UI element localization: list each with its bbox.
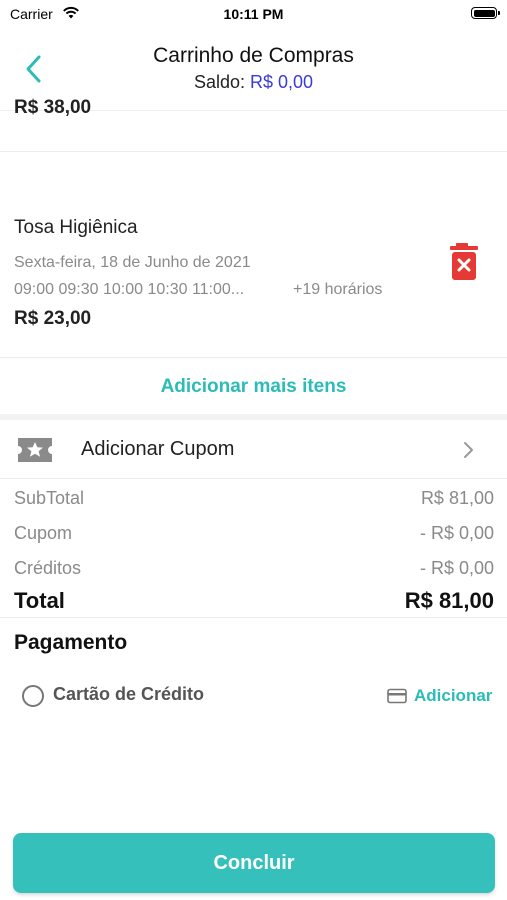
balance-label: Saldo:: [193, 72, 245, 92]
subtotal-value: R$ 81,00: [420, 488, 494, 508]
credit-card-icon: [387, 688, 407, 709]
item-more-times: +19 horários: [293, 281, 383, 298]
credits-value: - R$ 0,00: [419, 558, 494, 578]
item-price: R$ 23,00: [14, 308, 92, 329]
ticket-star-icon: [16, 436, 54, 469]
payment-option-credit-card[interactable]: Cartão de Crédito: [22, 683, 242, 711]
chevron-right-icon: [462, 440, 476, 465]
credits-label: Créditos: [14, 558, 82, 578]
divider: [0, 617, 507, 618]
total-row: Total R$ 81,00: [14, 588, 494, 614]
item-price: R$ 38,00: [14, 97, 92, 118]
credits-row: Créditos - R$ 0,00: [14, 558, 494, 579]
coupon-label: Adicionar Cupom: [81, 438, 235, 460]
clock: 10:11 PM: [223, 6, 284, 22]
conclude-button[interactable]: Concluir: [13, 833, 495, 893]
balance: Saldo: R$ 0,00: [0, 72, 507, 93]
coupon-discount-label: Cupom: [14, 523, 73, 543]
payment-option-label: Cartão de Crédito: [53, 684, 205, 704]
radio-button[interactable]: [22, 685, 44, 707]
delete-item-button[interactable]: [448, 243, 480, 283]
add-more-items-button[interactable]: Adicionar mais itens: [0, 359, 507, 414]
add-card-label: Adicionar: [414, 686, 493, 705]
coupon-discount-value: - R$ 0,00: [419, 523, 494, 543]
add-coupon-row[interactable]: Adicionar Cupom: [0, 420, 507, 479]
total-value: R$ 81,00: [404, 588, 494, 613]
cart-item: Tosa Higiênica Sexta-feira, 18 de Junho …: [0, 151, 507, 358]
trash-icon: [450, 243, 478, 280]
total-label: Total: [14, 588, 65, 613]
item-date: Sexta-feira, 18 de Junho de 2021: [14, 254, 251, 271]
balance-value: R$ 0,00: [250, 72, 314, 92]
payment-title: Pagamento: [14, 631, 128, 654]
subtotal-row: SubTotal R$ 81,00: [14, 488, 494, 509]
page-title: Carrinho de Compras: [153, 44, 354, 67]
item-name: Tosa Higiênica: [14, 217, 138, 238]
subtotal-label: SubTotal: [14, 488, 85, 508]
battery-icon: [471, 7, 500, 19]
item-times: 09:00 09:30 10:00 10:30 11:00...: [14, 281, 245, 298]
status-bar: Carrier 10:11 PM: [0, 0, 507, 30]
cart-item: R$ 38,00: [0, 97, 507, 152]
coupon-row: Cupom - R$ 0,00: [14, 523, 494, 544]
